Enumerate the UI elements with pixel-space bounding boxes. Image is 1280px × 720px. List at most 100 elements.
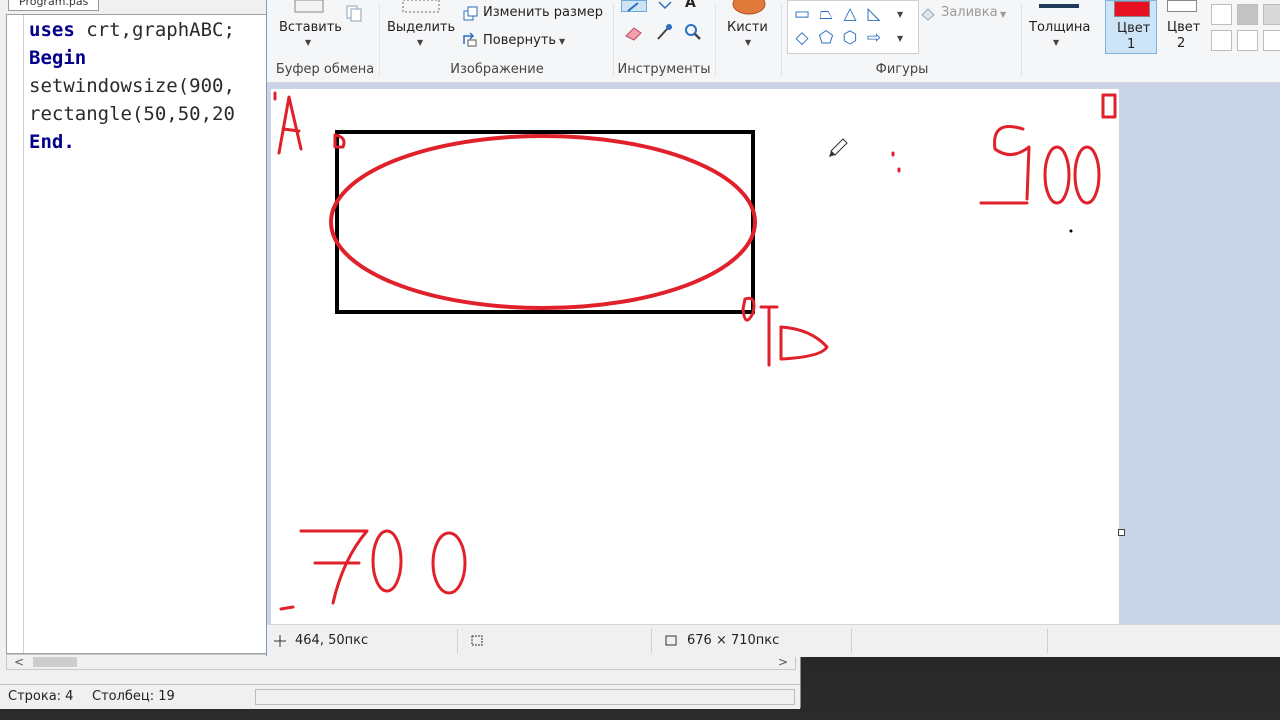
handwritten-dots <box>891 151 901 173</box>
status-divider <box>457 629 458 653</box>
brush-icon[interactable] <box>729 0 769 16</box>
status-row: Строка: 4 <box>8 689 74 704</box>
shapes-scroll-up-icon[interactable]: ▼ <box>897 10 903 19</box>
resize-icon[interactable] <box>463 6 479 22</box>
handwritten-digit <box>431 531 467 595</box>
group-divider <box>715 4 716 76</box>
shape-arrow-icon[interactable]: ⇨ <box>863 28 885 48</box>
palette-swatch[interactable] <box>1263 30 1280 51</box>
scroll-left-arrow-icon[interactable]: < <box>9 655 29 669</box>
editor-tab[interactable]: Program.pas <box>8 0 100 11</box>
text-icon[interactable]: A <box>685 0 696 11</box>
handwritten-digit <box>299 529 369 605</box>
select-button[interactable]: Выделить <box>387 20 455 35</box>
copy-icon[interactable] <box>345 4 363 22</box>
rotate-icon[interactable] <box>461 32 479 48</box>
handwritten-digit <box>1043 145 1071 205</box>
group-divider <box>613 4 614 76</box>
palette-swatch[interactable] <box>1237 4 1258 25</box>
status-divider <box>651 629 652 653</box>
stray-dot <box>1069 229 1073 233</box>
handwritten-letter-a <box>277 95 303 155</box>
drawing-canvas[interactable] <box>271 89 1119 624</box>
cursor-position: 464, 50пкс <box>295 633 369 648</box>
uses-list: crt,graphABC; <box>74 19 235 41</box>
paste-dropdown-icon[interactable]: ▼ <box>305 38 311 47</box>
canvas-workspace <box>267 83 1280 624</box>
shape-polygon-icon[interactable]: ⏢ <box>815 4 837 24</box>
thickness-dropdown-icon[interactable]: ▼ <box>1053 38 1059 47</box>
fill-dropdown-icon[interactable]: ▼ <box>1000 10 1006 19</box>
code-line-3: setwindowsize(900, <box>29 75 235 97</box>
handwritten-annotations <box>273 91 1117 611</box>
palette-swatch[interactable] <box>1263 4 1280 25</box>
paste-button[interactable]: Вставить <box>279 20 342 35</box>
shapes-group-label: Фигуры <box>875 62 929 77</box>
fill-bucket-icon[interactable] <box>655 0 673 10</box>
shape-pentagon-icon[interactable]: ⬠ <box>815 28 837 48</box>
canvas-resize-handle[interactable] <box>1118 529 1125 536</box>
handwritten-mark <box>1101 93 1117 119</box>
thickness-button[interactable]: Толщина <box>1029 20 1090 35</box>
handwritten-digit <box>1073 145 1101 205</box>
keyword-uses: uses <box>29 19 75 41</box>
paint-status-bar: 464, 50пкс 676 × 710пкс <box>267 624 1280 657</box>
status-column: Столбец: 19 <box>92 689 175 704</box>
shape-triangle-icon[interactable]: △ <box>839 4 861 24</box>
palette-swatch[interactable] <box>1211 30 1232 51</box>
group-divider <box>379 4 380 76</box>
color-picker-icon[interactable] <box>655 22 673 42</box>
status-divider <box>851 629 852 653</box>
paste-icon[interactable] <box>293 0 325 14</box>
image-group-label: Изображение <box>450 62 544 77</box>
code-line-4: rectangle(50,50,20 <box>29 103 235 125</box>
rotate-button[interactable]: Повернуть <box>483 33 556 48</box>
selection-size-icon <box>471 635 483 646</box>
status-divider <box>1047 629 1048 653</box>
pencil-tool-selected[interactable] <box>621 0 647 12</box>
palette-swatch[interactable] <box>1237 30 1258 51</box>
group-divider <box>1021 4 1022 76</box>
color2-label: Цвет <box>1167 20 1201 35</box>
resize-button[interactable]: Изменить размер <box>483 5 603 20</box>
status-panel <box>255 689 795 705</box>
color1-label: Цвет <box>1117 21 1151 36</box>
canvas-size-icon <box>665 635 677 646</box>
color2-button[interactable]: Цвет 2 <box>1159 0 1207 54</box>
color2-swatch <box>1167 0 1197 12</box>
thickness-icon[interactable] <box>1039 4 1079 8</box>
magnifier-icon[interactable] <box>683 22 703 42</box>
handwritten-b <box>779 325 829 361</box>
shape-hexagon-icon[interactable]: ⬡ <box>839 28 861 48</box>
color1-button[interactable]: Цвет 1 <box>1105 0 1157 54</box>
brushes-dropdown-icon[interactable]: ▼ <box>745 38 751 47</box>
shape-diamond-icon[interactable]: ◇ <box>791 28 813 48</box>
handwritten-digit <box>371 529 403 593</box>
editor-gutter <box>7 15 24 653</box>
ide-status-bar: Строка: 4 Столбец: 19 <box>0 684 800 709</box>
palette-swatch[interactable] <box>1211 4 1232 25</box>
drawing <box>273 91 1117 611</box>
select-icon[interactable] <box>401 0 441 14</box>
shape-rounded-rect-icon[interactable]: ▭ <box>791 4 813 24</box>
fill-icon[interactable] <box>919 6 937 22</box>
scrollbar-thumb[interactable] <box>33 657 77 667</box>
tools-group-label: Инструменты <box>617 62 711 77</box>
cursor-position-icon <box>274 635 286 647</box>
rotate-dropdown-icon[interactable]: ▼ <box>559 37 565 46</box>
brushes-button[interactable]: Кисти <box>727 20 768 35</box>
drawn-ellipse <box>329 134 757 310</box>
handwritten-t <box>759 305 779 367</box>
eraser-icon[interactable] <box>623 24 645 42</box>
shapes-more-icon[interactable]: ▼ <box>897 34 903 43</box>
pencil-icon <box>627 2 639 12</box>
fill-button[interactable]: Заливка <box>941 5 998 20</box>
ribbon: Вставить ▼ Буфер обмена Выделить ▼ Измен… <box>267 0 1280 83</box>
handwritten-o <box>741 296 756 322</box>
shape-right-triangle-icon[interactable]: ◺ <box>863 4 885 24</box>
handwritten-digit <box>979 125 1031 205</box>
clipboard-group-label: Буфер обмена <box>275 62 375 77</box>
handwritten-letter-b <box>333 133 346 149</box>
select-dropdown-icon[interactable]: ▼ <box>417 38 423 47</box>
scroll-right-arrow-icon[interactable]: > <box>773 655 793 669</box>
